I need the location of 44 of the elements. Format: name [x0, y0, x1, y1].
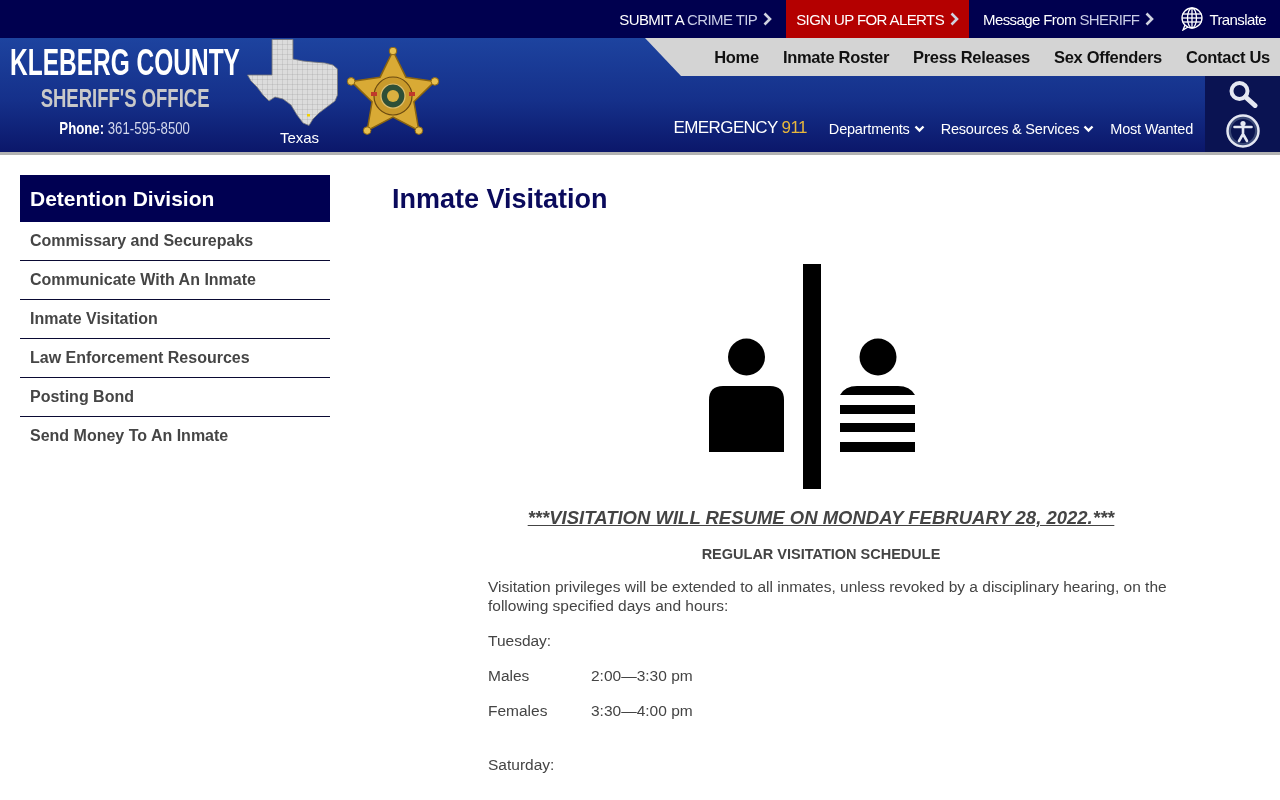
group-label: Males	[488, 666, 531, 685]
chevron-icon	[1145, 12, 1155, 26]
nav-link[interactable]: Home	[714, 47, 759, 67]
schedule-heading: REGULAR VISITATION SCHEDULE	[700, 545, 942, 563]
time-text: 3:30—4:00 pm	[591, 701, 693, 720]
texas-map-icon	[247, 39, 338, 126]
site-title: KLEBERG COUNTY	[10, 43, 240, 83]
page-title: Inmate Visitation	[392, 183, 609, 215]
nav-link[interactable]: Press Releases	[913, 47, 1030, 67]
sidebar-link[interactable]: Commissary and Securepaks	[20, 222, 330, 261]
nav-link[interactable]: Contact Us	[1185, 47, 1270, 67]
nav-link[interactable]: Departments	[828, 119, 925, 139]
top-bar-link[interactable]: SUBMIT A CRIME TIP	[609, 0, 783, 38]
translate-link[interactable]: Translate	[1168, 0, 1266, 38]
sidebar-link[interactable]: Posting Bond	[20, 378, 330, 417]
chevron-icon	[950, 12, 960, 26]
chevron-icon	[763, 12, 773, 26]
accessibility-icon[interactable]	[1225, 114, 1260, 148]
time-text: 2:00—3:30 pm	[591, 666, 693, 685]
nav-link[interactable]: Resources & Services	[940, 119, 1095, 139]
top-bar-link[interactable]: SIGN UP FOR ALERTS	[786, 0, 970, 38]
sidebar-link[interactable]: Send Money To An Inmate	[20, 417, 330, 455]
caret-icon	[913, 125, 925, 133]
site-subtitle: SHERIFF'S OFFICE	[40, 83, 210, 113]
search-icon[interactable]	[1227, 80, 1258, 108]
nav-link[interactable]: Sex Offenders	[1053, 47, 1162, 67]
day-label: Saturday:	[488, 755, 556, 774]
emergency-link[interactable]: EMERGENCY 911	[673, 117, 807, 139]
notice-text: ***VISITATION WILL RESUME ON MONDAY FEBRUARY 28, 2022.***	[526, 506, 1116, 530]
caret-icon	[1083, 125, 1095, 133]
intro-text: Visitation privileges will be extended to all inmates, unless revoked by a disciplinary hearing, on the following specified days and hours:	[488, 577, 1168, 615]
nav-link[interactable]: Inmate Roster	[782, 47, 889, 67]
top-bar-link[interactable]: Message From SHERIFF	[973, 0, 1165, 38]
group-label: Females	[488, 701, 549, 720]
day-label: Tuesday:	[488, 631, 553, 650]
globe-icon	[1180, 7, 1205, 31]
sidebar-link[interactable]: Communicate With An Inmate	[20, 261, 330, 300]
sidebar-link[interactable]: Inmate Visitation	[20, 300, 330, 339]
sidebar-heading: Detention Division	[20, 175, 330, 222]
nav-link[interactable]: Most Wanted	[1110, 119, 1193, 139]
phone-text: Phone: 361-595-8500	[59, 118, 191, 139]
sidebar-link[interactable]: Law Enforcement Resources	[20, 339, 330, 378]
map-label: Texas	[279, 129, 320, 147]
visitation-icon	[709, 264, 916, 489]
